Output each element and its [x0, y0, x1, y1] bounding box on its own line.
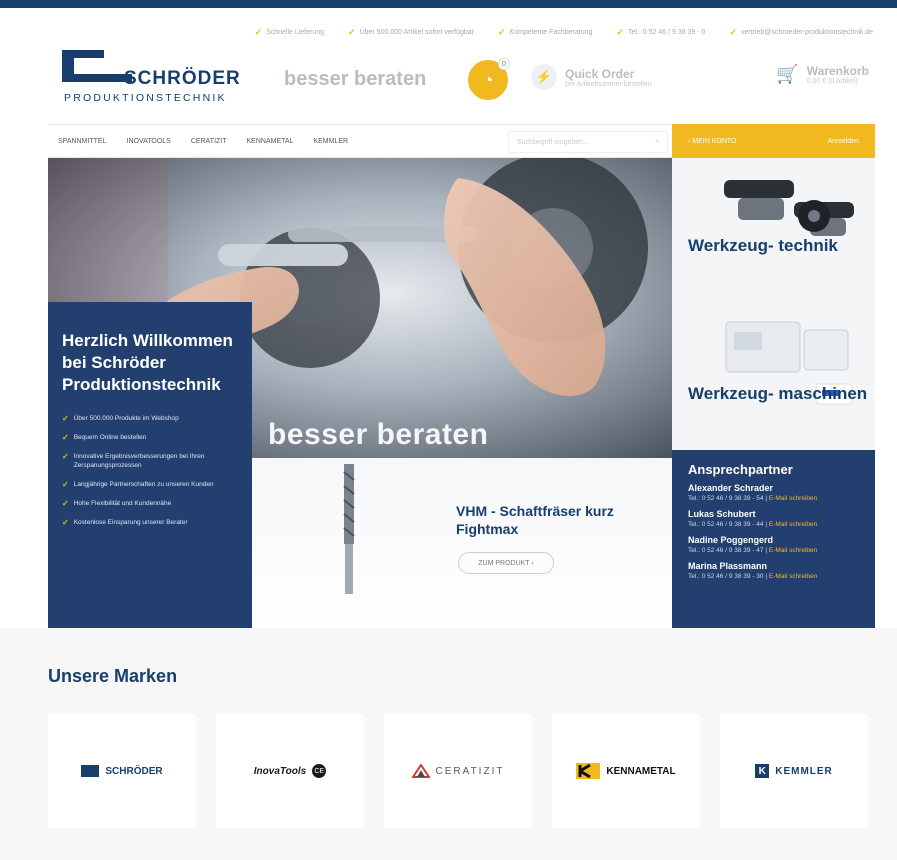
benefit-item: ✓ Innovative Ergebnisverbesserungen bei I…: [62, 452, 205, 469]
usp-item[interactable]: ✓ vertrieb@schroeder-produktionstechnik.d…: [729, 24, 873, 40]
email-link[interactable]: E-Mail schreiben: [769, 495, 817, 502]
account-bar[interactable]: › MEIN KONTO Anmelden: [672, 124, 875, 158]
header-slogan: besser beraten: [284, 68, 427, 90]
search-placeholder: Suchbegriff eingeben...: [517, 138, 589, 146]
site-header: SCHRÖDER PRODUKTIONSTECHNIK besser berat…: [48, 40, 875, 120]
benefit-item: ✓ Hohe Flexibilität und Kundennähe: [62, 499, 172, 508]
benefits-list: ✓ Über 500.000 Produkte im Webshop ✓ Beque…: [62, 414, 240, 527]
email-link[interactable]: E-Mail schreiben: [769, 547, 817, 554]
nav-item-ceratizit[interactable]: CERATIZIT: [191, 138, 227, 145]
logo[interactable]: SCHRÖDER PRODUKTIONSTECHNIK: [62, 50, 242, 112]
brand-logo: KENNAMETAL: [576, 763, 676, 779]
logo-wordmark: SCHRÖDER: [124, 68, 241, 89]
brand-logo: K KEMMLER: [755, 764, 833, 778]
nav-item-kemmler[interactable]: KEMMLER: [313, 138, 348, 145]
brand-card[interactable]: SCHRÖDER: [48, 714, 196, 828]
check-icon: ✓: [62, 433, 69, 442]
check-icon: ✓: [254, 26, 263, 37]
brand-card[interactable]: CERATIZIT: [384, 714, 532, 828]
product-button[interactable]: ZUM PRODUKT ›: [458, 552, 554, 574]
contacts-title: Ansprechpartner: [688, 462, 793, 477]
tile-title: Werkzeug- technik: [688, 236, 838, 255]
contact-item: Alexander Schrader Tel.: 0 52 46 / 9 38 …: [688, 483, 818, 502]
contact-item: Marina Plassmann Tel.: 0 52 46 / 9 38 39…: [688, 561, 818, 580]
brands-title: Unsere Marken: [48, 666, 178, 686]
count-badge: 0: [498, 58, 510, 70]
welcome-panel: Herzlich Willkommen bei Schröder Produkt…: [48, 302, 252, 628]
email-link[interactable]: E-Mail schreiben: [769, 573, 817, 580]
tile-werkzeugmaschinen[interactable]: Werkzeug- maschinen: [672, 304, 875, 450]
email-link[interactable]: E-Mail schreiben: [769, 521, 817, 528]
search-icon[interactable]: ⌕: [655, 138, 659, 146]
benefit-item: ✓ Bequem Online bestellen: [62, 433, 147, 442]
cart-icon: 🛒: [776, 64, 799, 84]
usp-item: ✓ Kompetente Fachberatung: [498, 26, 593, 37]
tile-title: Werkzeug- maschinen: [688, 384, 868, 403]
contact-item: Lukas Schubert Tel.: 0 52 46 / 9 38 39 -…: [688, 509, 818, 528]
tool-holder-icon: [672, 158, 875, 304]
tile-werkzeugtechnik[interactable]: Werkzeug- technik: [672, 158, 875, 304]
schroeder-mark-icon: [81, 765, 100, 777]
account-action[interactable]: Anmelden: [827, 138, 859, 145]
check-icon: ✓: [616, 26, 624, 37]
hero: Herzlich Willkommen bei Schröder Produkt…: [48, 158, 672, 628]
brands-section: Unsere Marken SCHRÖDER InovaTools CE CER…: [0, 628, 897, 860]
main-nav: SPANNMITTEL INOVATOOLS CERATIZIT KENNAME…: [48, 124, 672, 158]
kemmler-k-icon: K: [755, 764, 770, 778]
brand-card[interactable]: K KEMMLER: [720, 714, 868, 828]
check-icon: ✓: [62, 414, 69, 423]
check-icon: ✓: [62, 452, 69, 461]
brand-logo: CERATIZIT: [411, 764, 505, 778]
benefit-item: ✓ Langjährige Partnerschaften zu unseren …: [62, 480, 214, 489]
search-input[interactable]: Suchbegriff eingeben... ⌕: [508, 131, 668, 153]
quick-order[interactable]: ⚡ Quick Order per Artikelnummer bestelle…: [531, 64, 652, 90]
cart-subtitle: 0,00 € (0 Artikel): [806, 78, 858, 85]
brand-card[interactable]: InovaTools CE: [216, 714, 364, 828]
end-mill-icon[interactable]: [336, 464, 362, 594]
check-icon: ✓: [62, 518, 69, 527]
check-icon: ✓: [729, 26, 737, 37]
benefit-item: ✓ Über 500.000 Produkte im Webshop: [62, 414, 179, 423]
welcome-title: Herzlich Willkommen bei Schröder Produkt…: [62, 331, 233, 394]
check-icon: ✓: [498, 26, 506, 37]
usp-item: ✓ Schnelle Lieferung: [254, 26, 325, 37]
hero-slogan: besser beraten: [268, 418, 489, 451]
usp-item: ✓ Über 500.000 Artikel sofort verfügbar: [348, 26, 474, 37]
chevron-right-icon: ›: [688, 137, 691, 145]
brand-logo: SCHRÖDER: [81, 765, 163, 777]
nav-item-inovatools[interactable]: INOVATOOLS: [127, 138, 171, 145]
contact-panel: Ansprechpartner Alexander Schrader Tel.:…: [672, 450, 875, 628]
machine-icon: [672, 304, 875, 450]
top-accent-bar: [0, 0, 897, 8]
quick-order-title: Quick Order: [565, 66, 635, 81]
brand-logo: InovaTools CE: [254, 764, 327, 778]
benefit-item: ✓ Kostenlose Einsparung unserer Berater: [62, 518, 188, 527]
quick-order-icon: ⚡: [531, 64, 557, 90]
sidebar-tiles: Werkzeug- technik Werkzeug- maschinen An…: [672, 158, 875, 628]
kennametal-k-icon: [576, 763, 601, 779]
wishlist-button[interactable]: ◔ 0: [468, 58, 510, 100]
product-title[interactable]: VHM - Schaftfräser kurz Fightmax: [456, 502, 656, 538]
check-icon: ✓: [62, 499, 69, 508]
contact-item: Nadine Poggengerd Tel.: 0 52 46 / 9 38 3…: [688, 535, 818, 554]
quick-order-subtitle: per Artikelnummer bestellen: [565, 80, 652, 88]
usp-item: ✓ Tel.: 0 52 46 / 9 38 39 - 0: [616, 26, 706, 37]
nav-item-spannmittel[interactable]: SPANNMITTEL: [58, 138, 107, 145]
check-icon: ✓: [62, 480, 69, 489]
bookmark-icon: ◔: [482, 69, 494, 90]
check-icon: ✓: [348, 26, 356, 37]
ceratizit-triangle-icon: [411, 764, 430, 778]
cart[interactable]: 🛒 Warenkorb 0,00 € (0 Artikel): [776, 64, 869, 85]
brand-card[interactable]: KENNAMETAL: [552, 714, 700, 828]
cart-title: Warenkorb: [806, 64, 869, 78]
inovatools-badge-icon: CE: [312, 764, 327, 778]
nav-item-kennametal[interactable]: KENNAMETAL: [247, 138, 294, 145]
logo-subtitle: PRODUKTIONSTECHNIK: [64, 92, 227, 104]
account-label: › MEIN KONTO: [688, 137, 737, 145]
usp-bar: ✓ Schnelle Lieferung ✓ Über 500.000 Artike…: [0, 24, 897, 40]
